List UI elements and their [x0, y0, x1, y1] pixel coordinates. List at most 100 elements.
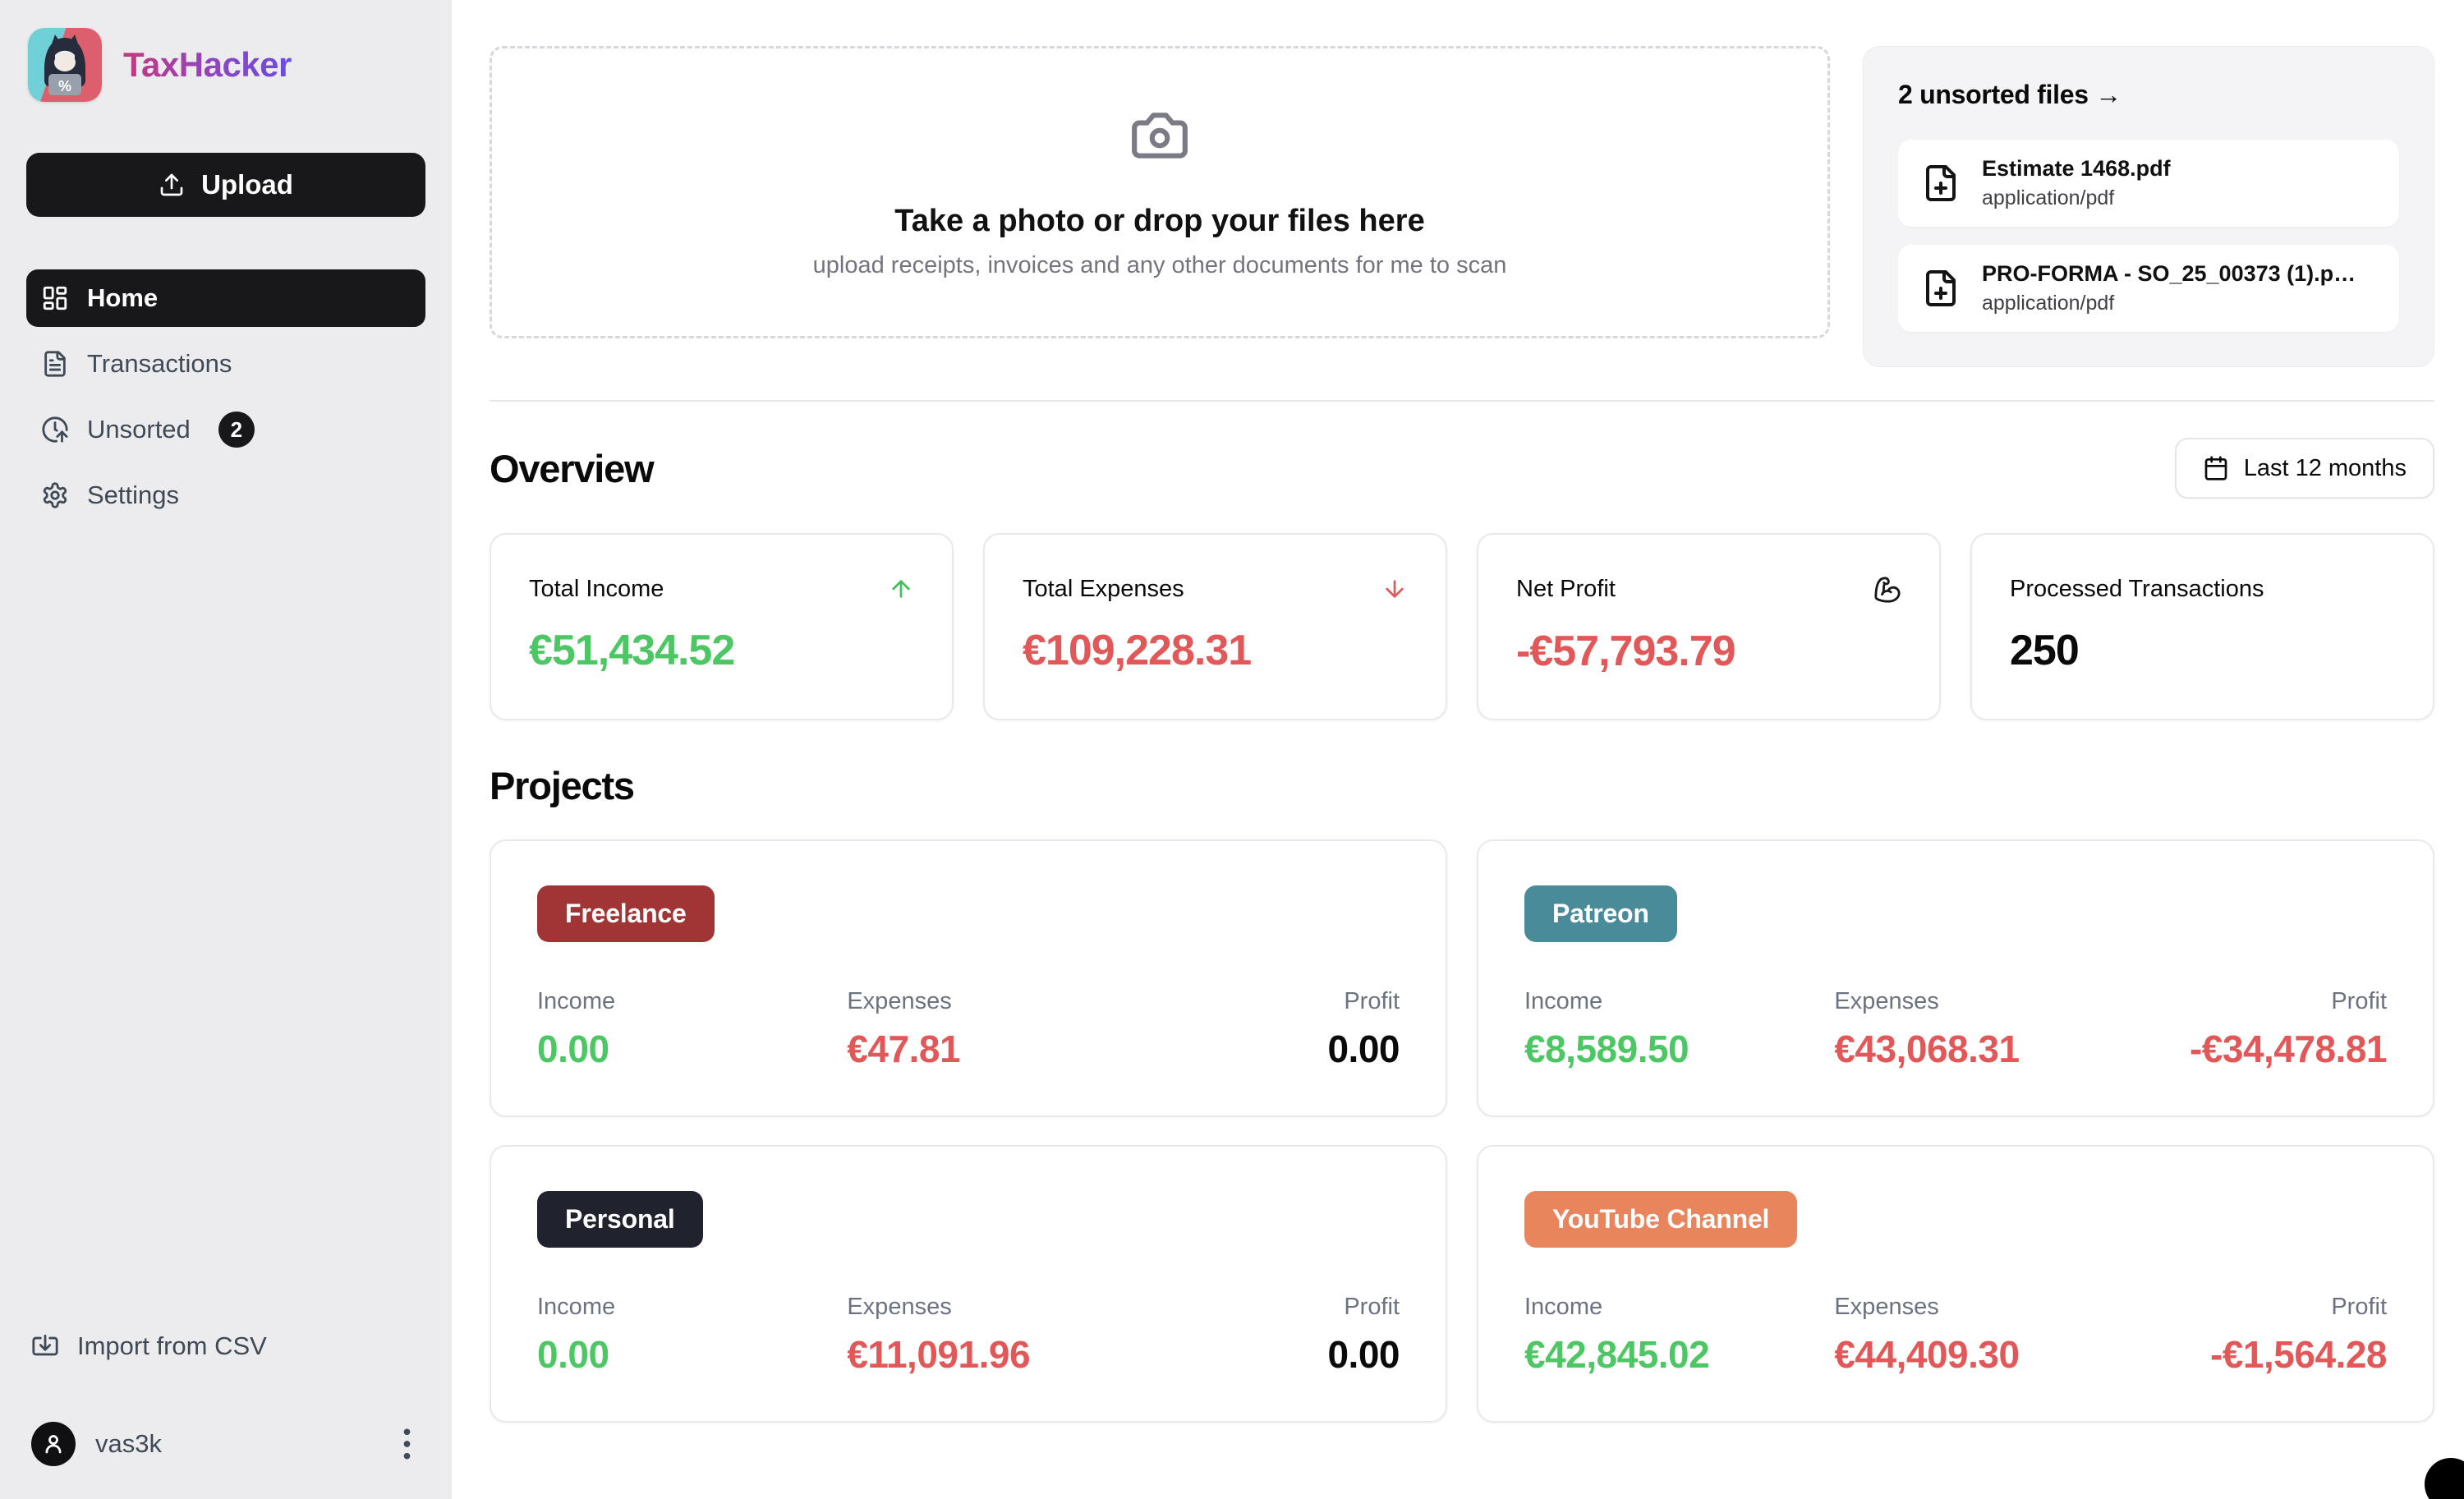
- file-name: Estimate 1468.pdf: [1982, 156, 2171, 181]
- sidebar: % TaxHacker Upload Home Transactions Uns…: [0, 0, 452, 1499]
- sidebar-item-label: Home: [87, 283, 159, 312]
- file-name: PRO-FORMA - SO_25_00373 (1).p…: [1982, 261, 2356, 286]
- file-card[interactable]: PRO-FORMA - SO_25_00373 (1).p… applicati…: [1898, 245, 2399, 332]
- stat-card-processed-transactions: Processed Transactions 250: [1970, 533, 2434, 720]
- sidebar-item-label: Unsorted: [87, 415, 191, 444]
- project-badge: Freelance: [537, 885, 715, 942]
- gear-icon: [41, 481, 69, 509]
- expenses-value: €44,409.30: [1834, 1333, 2020, 1376]
- profit-value: 0.00: [1327, 1333, 1400, 1376]
- user-row: vas3k: [26, 1422, 425, 1466]
- file-text-icon: [41, 350, 69, 378]
- project-badge: Patreon: [1524, 885, 1677, 942]
- project-card-patreon[interactable]: Patreon Income €8,589.50 Expenses €43,06…: [1477, 839, 2434, 1117]
- unsorted-files-link[interactable]: 2 unsorted files →: [1898, 80, 2399, 110]
- sidebar-item-unsorted[interactable]: Unsorted 2: [26, 401, 425, 458]
- upload-button-label: Upload: [201, 169, 293, 200]
- profit-label: Profit: [1344, 1294, 1400, 1320]
- camera-icon: [1129, 105, 1190, 166]
- calendar-icon: [2203, 455, 2229, 481]
- stat-label: Processed Transactions: [2010, 576, 2264, 602]
- income-label: Income: [1524, 988, 1603, 1014]
- user-menu-button[interactable]: [393, 1423, 421, 1465]
- username: vas3k: [95, 1429, 162, 1458]
- file-type: application/pdf: [1982, 292, 2115, 315]
- avatar: [31, 1422, 76, 1466]
- arrow-down-icon: [1381, 576, 1408, 602]
- stat-label: Total Expenses: [1023, 576, 1184, 602]
- project-badge: Personal: [537, 1191, 703, 1248]
- biceps-flexed-icon: [1873, 576, 1901, 604]
- income-label: Income: [537, 988, 616, 1014]
- overview-stats: Total Income €51,434.52 Total Expenses €…: [490, 533, 2434, 720]
- sidebar-nav: Home Transactions Unsorted 2 Settings: [26, 269, 425, 524]
- expenses-value: €11,091.96: [847, 1333, 1031, 1376]
- upload-button[interactable]: Upload: [26, 153, 425, 217]
- sidebar-item-settings[interactable]: Settings: [26, 467, 425, 524]
- sidebar-item-label: Settings: [87, 481, 180, 509]
- stat-card-net-profit: Net Profit -€57,793.79: [1477, 533, 1941, 720]
- income-label: Income: [537, 1294, 616, 1320]
- file-plus-icon: [1921, 163, 1961, 203]
- sidebar-item-transactions[interactable]: Transactions: [26, 335, 425, 393]
- sidebar-item-label: Transactions: [87, 349, 232, 378]
- file-plus-icon: [1921, 269, 1961, 308]
- expenses-label: Expenses: [847, 988, 952, 1014]
- income-label: Income: [1524, 1294, 1603, 1320]
- profit-value: 0.00: [1327, 1028, 1400, 1070]
- sidebar-item-home[interactable]: Home: [26, 269, 425, 327]
- file-type: application/pdf: [1982, 186, 2115, 209]
- expenses-value: €43,068.31: [1834, 1028, 2020, 1070]
- stat-value: €109,228.31: [1023, 627, 1252, 674]
- import-icon: [31, 1332, 59, 1360]
- stat-label: Net Profit: [1516, 576, 1616, 602]
- profit-label: Profit: [2331, 988, 2387, 1014]
- project-card-freelance[interactable]: Freelance Income 0.00 Expenses €47.81 Pr…: [490, 839, 1447, 1117]
- file-card[interactable]: Estimate 1468.pdf application/pdf: [1898, 140, 2399, 227]
- import-from-csv-button[interactable]: Import from CSV: [26, 1331, 425, 1361]
- profit-value: -€34,478.81: [2189, 1028, 2388, 1070]
- period-label: Last 12 months: [2243, 454, 2407, 481]
- income-value: €8,589.50: [1524, 1028, 1689, 1070]
- overview-title: Overview: [490, 446, 655, 490]
- top-row: Take a photo or drop your files here upl…: [490, 46, 2434, 367]
- stat-value: €51,434.52: [529, 627, 735, 674]
- profit-value: -€1,564.28: [2210, 1333, 2387, 1376]
- projects-title: Projects: [490, 764, 635, 807]
- import-label: Import from CSV: [77, 1331, 267, 1360]
- file-dropzone[interactable]: Take a photo or drop your files here upl…: [490, 46, 1830, 338]
- project-card-youtube-channel[interactable]: YouTube Channel Income €42,845.02 Expens…: [1477, 1145, 2434, 1423]
- profit-label: Profit: [1344, 988, 1400, 1014]
- arrow-up-icon: [888, 576, 914, 602]
- income-value: 0.00: [537, 1333, 609, 1376]
- clock-arrow-up-icon: [41, 416, 69, 444]
- dropzone-subtitle: upload receipts, invoices and any other …: [812, 252, 1507, 278]
- stat-value: -€57,793.79: [1516, 628, 1736, 675]
- expenses-label: Expenses: [847, 1294, 952, 1320]
- unsorted-files-panel: 2 unsorted files → Estimate 1468.pdf app…: [1863, 46, 2434, 367]
- profit-label: Profit: [2331, 1294, 2387, 1320]
- overview-header: Overview Last 12 months: [490, 438, 2434, 499]
- app-logo: %: [28, 28, 102, 102]
- expenses-label: Expenses: [1834, 988, 1939, 1014]
- svg-text:%: %: [58, 78, 71, 94]
- sidebar-bottom: Import from CSV vas3k: [26, 1331, 425, 1466]
- income-value: 0.00: [537, 1028, 609, 1070]
- stat-card-total-expenses: Total Expenses €109,228.31: [983, 533, 1447, 720]
- brand: % TaxHacker: [26, 28, 425, 102]
- period-selector-button[interactable]: Last 12 months: [2174, 438, 2434, 499]
- expenses-value: €47.81: [847, 1028, 961, 1070]
- unsorted-files-list: Estimate 1468.pdf application/pdf PRO-FO…: [1898, 140, 2399, 332]
- upload-icon: [159, 172, 185, 198]
- project-card-personal[interactable]: Personal Income 0.00 Expenses €11,091.96…: [490, 1145, 1447, 1423]
- dashboard-icon: [41, 284, 69, 312]
- taxhacker-app: % TaxHacker Upload Home Transactions Uns…: [0, 0, 2464, 1499]
- stat-label: Total Income: [529, 576, 664, 602]
- section-divider: [490, 400, 2434, 402]
- expenses-label: Expenses: [1834, 1294, 1939, 1320]
- income-value: €42,845.02: [1524, 1333, 1710, 1376]
- projects-grid: Freelance Income 0.00 Expenses €47.81 Pr…: [490, 839, 2434, 1423]
- stat-card-total-income: Total Income €51,434.52: [490, 533, 954, 720]
- main-content: Take a photo or drop your files here upl…: [452, 0, 2464, 1499]
- app-title: TaxHacker: [123, 45, 292, 84]
